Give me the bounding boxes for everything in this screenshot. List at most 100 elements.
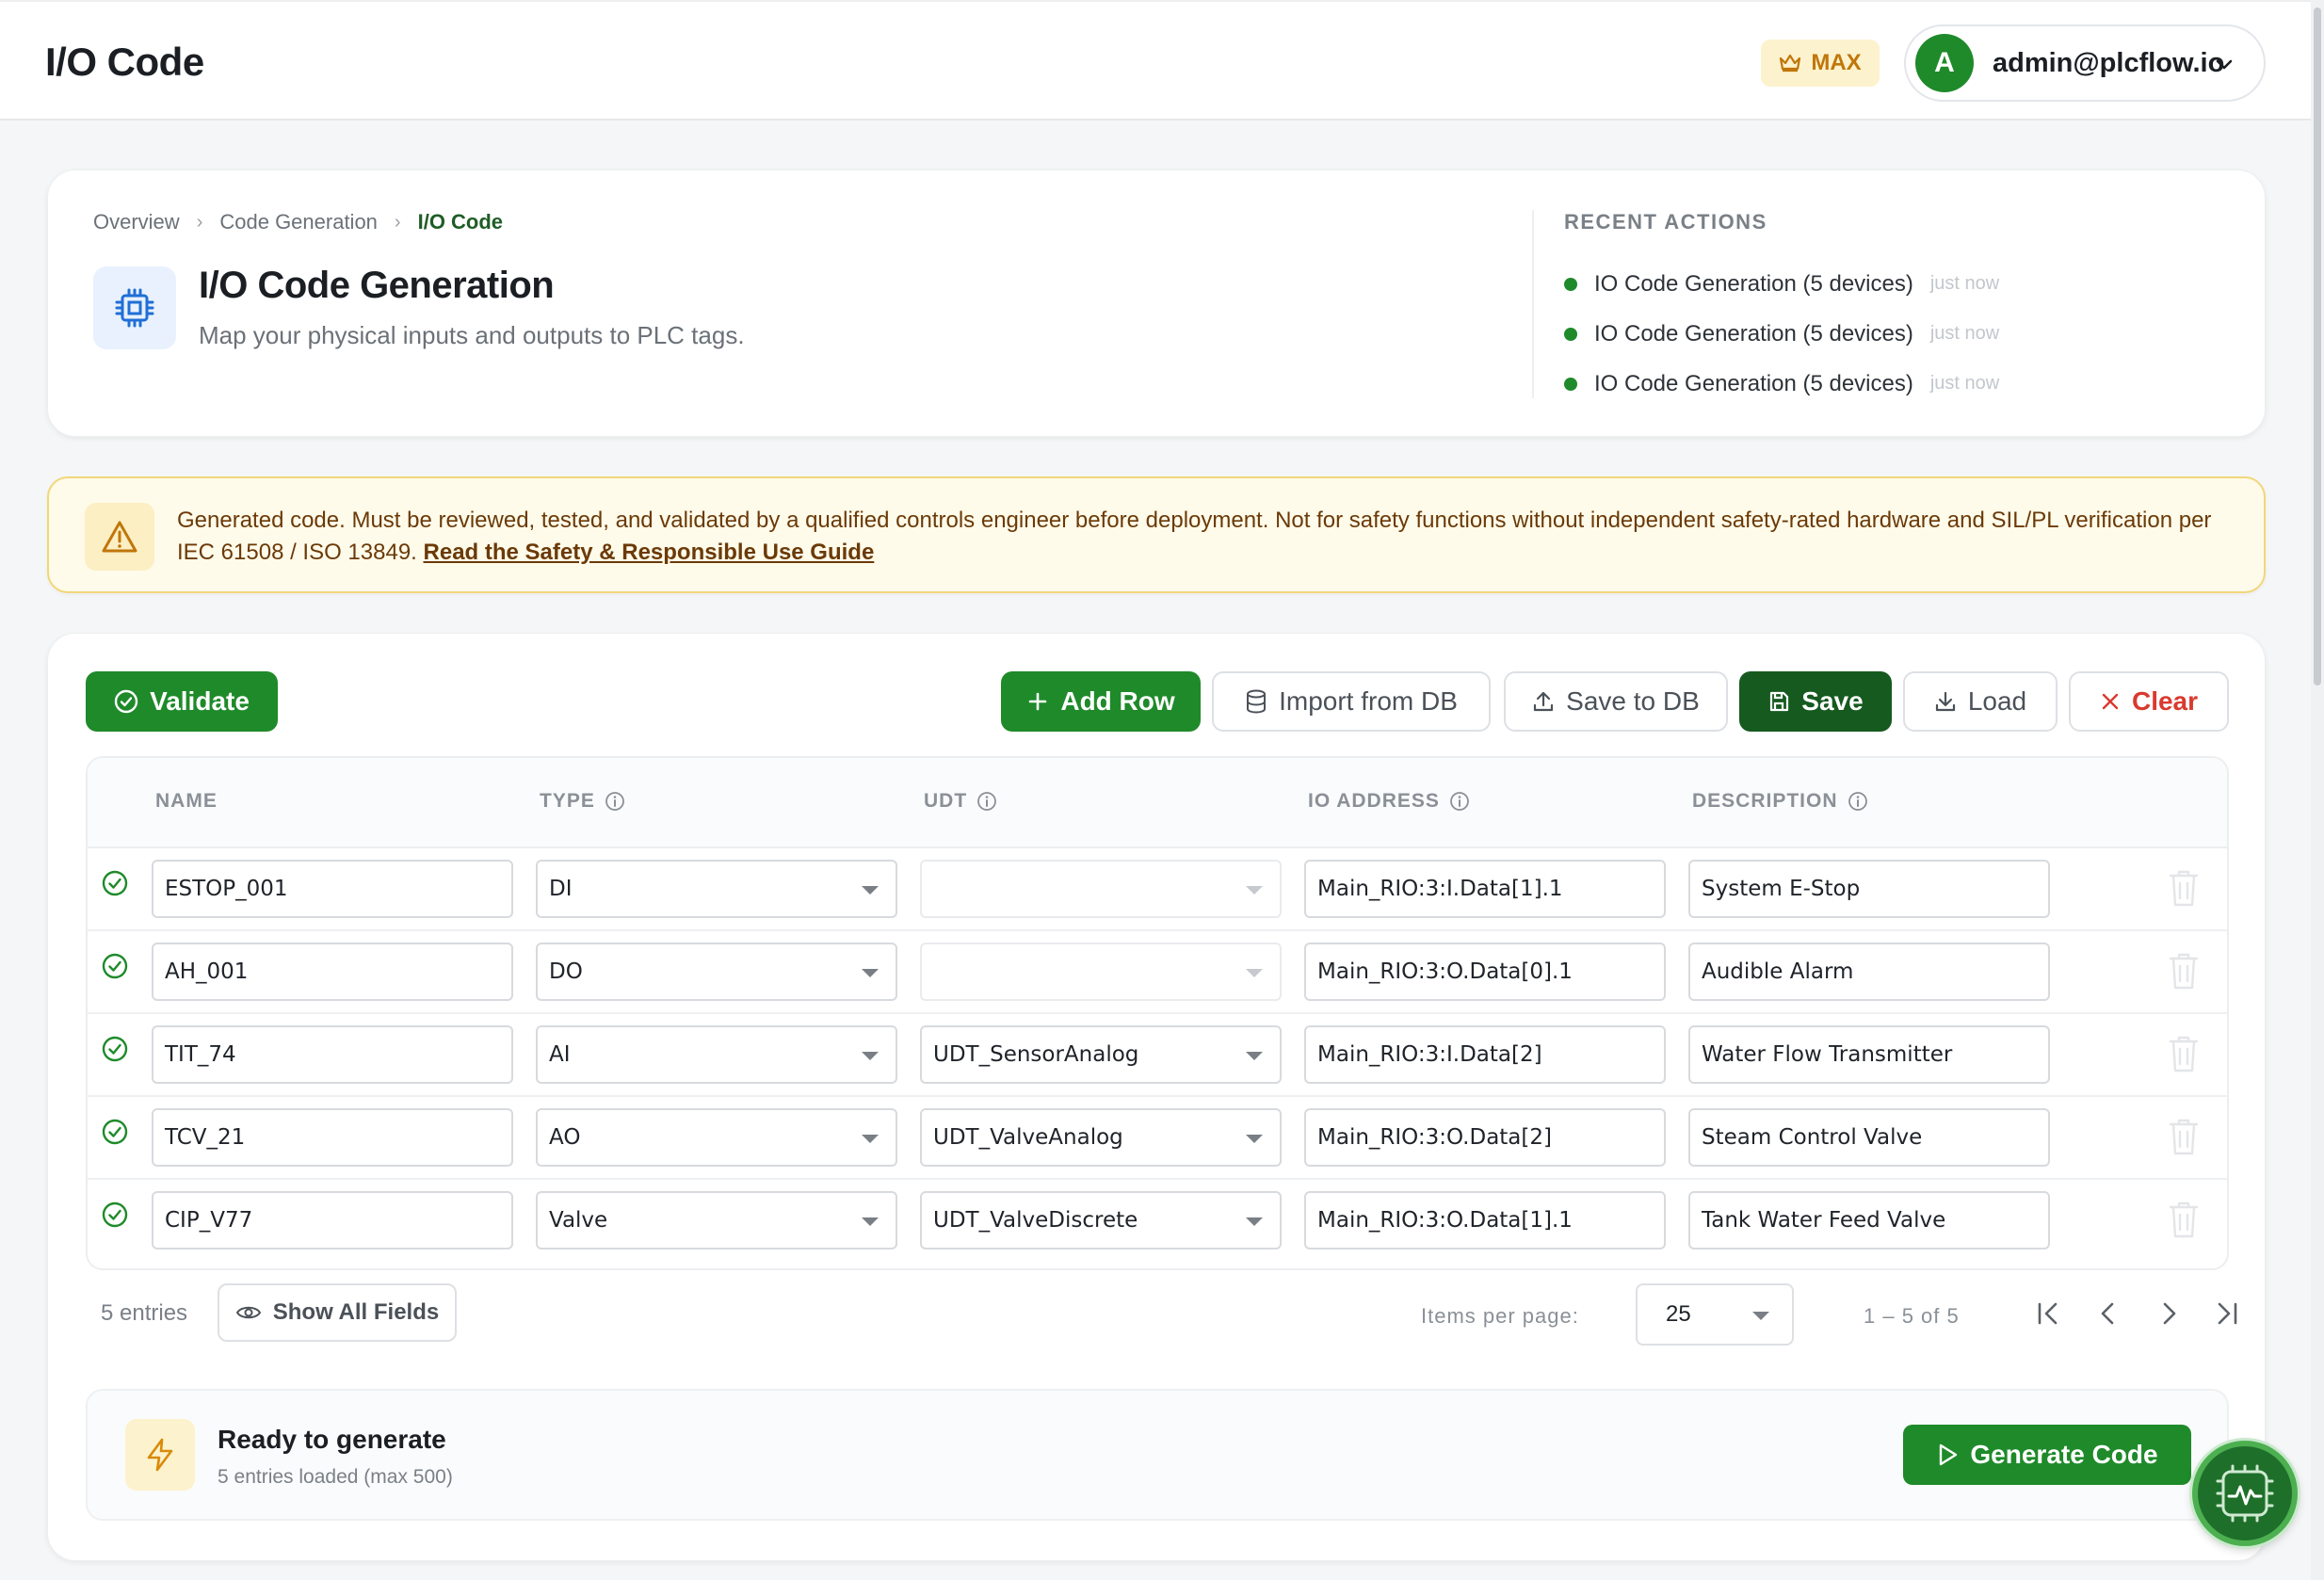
show-all-fields-button[interactable]: Show All Fields bbox=[218, 1283, 457, 1342]
udt-select[interactable]: UDT_ValveAnalog bbox=[920, 1108, 1282, 1167]
status-dot bbox=[1564, 277, 1577, 291]
io-address-input[interactable]: Main_RIO:3:O.Data[1].1 bbox=[1304, 1191, 1666, 1249]
type-select-value: DO bbox=[549, 959, 583, 984]
user-email: admin@plcflow.io bbox=[1993, 47, 2225, 78]
safety-guide-link[interactable]: Read the Safety & Responsible Use Guide bbox=[424, 540, 875, 565]
udt-select-value: UDT_ValveDiscrete bbox=[933, 1208, 1138, 1233]
eye-icon bbox=[235, 1306, 261, 1319]
chevron-down-icon bbox=[1246, 1052, 1263, 1060]
chevron-down-icon bbox=[1246, 1217, 1263, 1226]
trash-icon[interactable] bbox=[2167, 950, 2201, 992]
first-page-icon[interactable] bbox=[2033, 1298, 2063, 1329]
last-page-icon[interactable] bbox=[2212, 1298, 2242, 1329]
udt-select[interactable]: UDT_SensorAnalog bbox=[920, 1025, 1282, 1084]
type-select[interactable]: AO bbox=[536, 1108, 897, 1167]
column-header-udt: UDT bbox=[924, 790, 997, 813]
name-input[interactable]: CIP_V77 bbox=[152, 1191, 513, 1249]
column-header-label: DESCRIPTION bbox=[1692, 790, 1838, 812]
breadcrumb-overview[interactable]: Overview bbox=[93, 210, 180, 234]
import-from-db-button[interactable]: Import from DB bbox=[1212, 671, 1491, 732]
udt-select[interactable]: UDT_ValveDiscrete bbox=[920, 1191, 1282, 1249]
validate-button[interactable]: Validate bbox=[86, 671, 278, 732]
items-per-page-select[interactable]: 25 bbox=[1636, 1283, 1794, 1346]
io-address-input[interactable]: Main_RIO:3:I.Data[2] bbox=[1304, 1025, 1666, 1084]
recent-action-time: just now bbox=[1929, 273, 2000, 294]
scrollbar-thumb[interactable] bbox=[2314, 8, 2321, 685]
io-editor-card: Validate Add Row Import from DB Save to … bbox=[47, 633, 2266, 1561]
chevron-down-icon bbox=[862, 1052, 879, 1060]
load-label: Load bbox=[1967, 686, 2027, 716]
type-select[interactable]: DI bbox=[536, 860, 897, 918]
type-select-value: Valve bbox=[549, 1208, 608, 1233]
items-per-page-label: Items per page: bbox=[1421, 1304, 1579, 1328]
valid-check-icon bbox=[102, 953, 128, 979]
type-select-value: AO bbox=[549, 1125, 581, 1150]
save-to-db-button[interactable]: Save to DB bbox=[1504, 671, 1728, 732]
udt-select bbox=[920, 860, 1282, 918]
next-page-icon[interactable] bbox=[2154, 1298, 2184, 1329]
chevron-down-icon bbox=[862, 886, 879, 895]
io-address-input[interactable]: Main_RIO:3:O.Data[0].1 bbox=[1304, 943, 1666, 1001]
breadcrumb: Overview › Code Generation › I/O Code bbox=[93, 210, 503, 234]
info-icon[interactable] bbox=[1848, 791, 1868, 812]
assistant-button[interactable] bbox=[2192, 1441, 2298, 1546]
recent-action-label: IO Code Generation (5 devices) bbox=[1594, 320, 1913, 347]
clear-button[interactable]: Clear bbox=[2069, 671, 2229, 732]
status-dot bbox=[1564, 327, 1577, 341]
column-header-name: NAME bbox=[155, 790, 218, 813]
table-row: ESTOP_001 DI Main_RIO:3:I.Data[1].1 Syst… bbox=[88, 848, 2227, 931]
description-input[interactable]: Audible Alarm bbox=[1688, 943, 2050, 1001]
description-input[interactable]: Steam Control Valve bbox=[1688, 1108, 2050, 1167]
assistant-logo-icon bbox=[2216, 1464, 2274, 1523]
valid-check-icon bbox=[102, 1036, 128, 1062]
previous-page-icon[interactable] bbox=[2093, 1298, 2123, 1329]
chevron-down-icon bbox=[862, 1135, 879, 1143]
validate-label: Validate bbox=[150, 686, 250, 716]
info-icon[interactable] bbox=[605, 791, 625, 812]
divider bbox=[1532, 210, 1534, 398]
add-row-button[interactable]: Add Row bbox=[1001, 671, 1201, 732]
name-input[interactable]: AH_001 bbox=[152, 943, 513, 1001]
entries-count: 5 entries bbox=[101, 1300, 188, 1326]
chevron-down-icon bbox=[1246, 969, 1263, 977]
name-input[interactable]: TIT_74 bbox=[152, 1025, 513, 1084]
chip-icon bbox=[93, 266, 176, 349]
warning-text: Generated code. Must be reviewed, tested… bbox=[177, 505, 2230, 569]
io-address-input[interactable]: Main_RIO:3:I.Data[1].1 bbox=[1304, 860, 1666, 918]
trash-icon[interactable] bbox=[2167, 1033, 2201, 1074]
name-input[interactable]: ESTOP_001 bbox=[152, 860, 513, 918]
generate-code-button[interactable]: Generate Code bbox=[1903, 1425, 2191, 1485]
status-dot bbox=[1564, 377, 1577, 391]
page-title: I/O Code bbox=[45, 40, 204, 84]
safety-warning: Generated code. Must be reviewed, tested… bbox=[47, 476, 2266, 593]
user-menu[interactable]: A admin@plcflow.io bbox=[1904, 24, 2266, 102]
type-select[interactable]: Valve bbox=[536, 1191, 897, 1249]
breadcrumb-code-generation[interactable]: Code Generation bbox=[219, 210, 378, 234]
avatar: A bbox=[1915, 34, 1974, 92]
info-icon[interactable] bbox=[1449, 791, 1470, 812]
chevron-down-icon bbox=[862, 969, 879, 977]
items-per-page-value: 25 bbox=[1666, 1301, 1691, 1327]
info-icon[interactable] bbox=[976, 791, 997, 812]
type-select[interactable]: DO bbox=[536, 943, 897, 1001]
column-header-io-address: IO ADDRESS bbox=[1308, 790, 1470, 813]
description-input[interactable]: System E-Stop bbox=[1688, 860, 2050, 918]
trash-icon[interactable] bbox=[2167, 1116, 2201, 1157]
valid-check-icon bbox=[102, 1119, 128, 1145]
load-button[interactable]: Load bbox=[1903, 671, 2058, 732]
name-input[interactable]: TCV_21 bbox=[152, 1108, 513, 1167]
column-header-label: IO ADDRESS bbox=[1308, 790, 1440, 812]
trash-icon[interactable] bbox=[2167, 1199, 2201, 1240]
hero-subtitle: Map your physical inputs and outputs to … bbox=[199, 321, 745, 349]
type-select[interactable]: AI bbox=[536, 1025, 897, 1084]
chevron-down-icon bbox=[1246, 886, 1263, 895]
trash-icon[interactable] bbox=[2167, 867, 2201, 909]
description-input[interactable]: Tank Water Feed Valve bbox=[1688, 1191, 2050, 1249]
recent-actions-title: RECENT ACTIONS bbox=[1564, 210, 1767, 234]
description-input[interactable]: Water Flow Transmitter bbox=[1688, 1025, 2050, 1084]
recent-action-time: just now bbox=[1929, 373, 2000, 394]
floppy-icon bbox=[1770, 691, 1789, 712]
save-button[interactable]: Save bbox=[1739, 671, 1892, 732]
page-scrollbar[interactable] bbox=[2311, 0, 2324, 1580]
io-address-input[interactable]: Main_RIO:3:O.Data[2] bbox=[1304, 1108, 1666, 1167]
